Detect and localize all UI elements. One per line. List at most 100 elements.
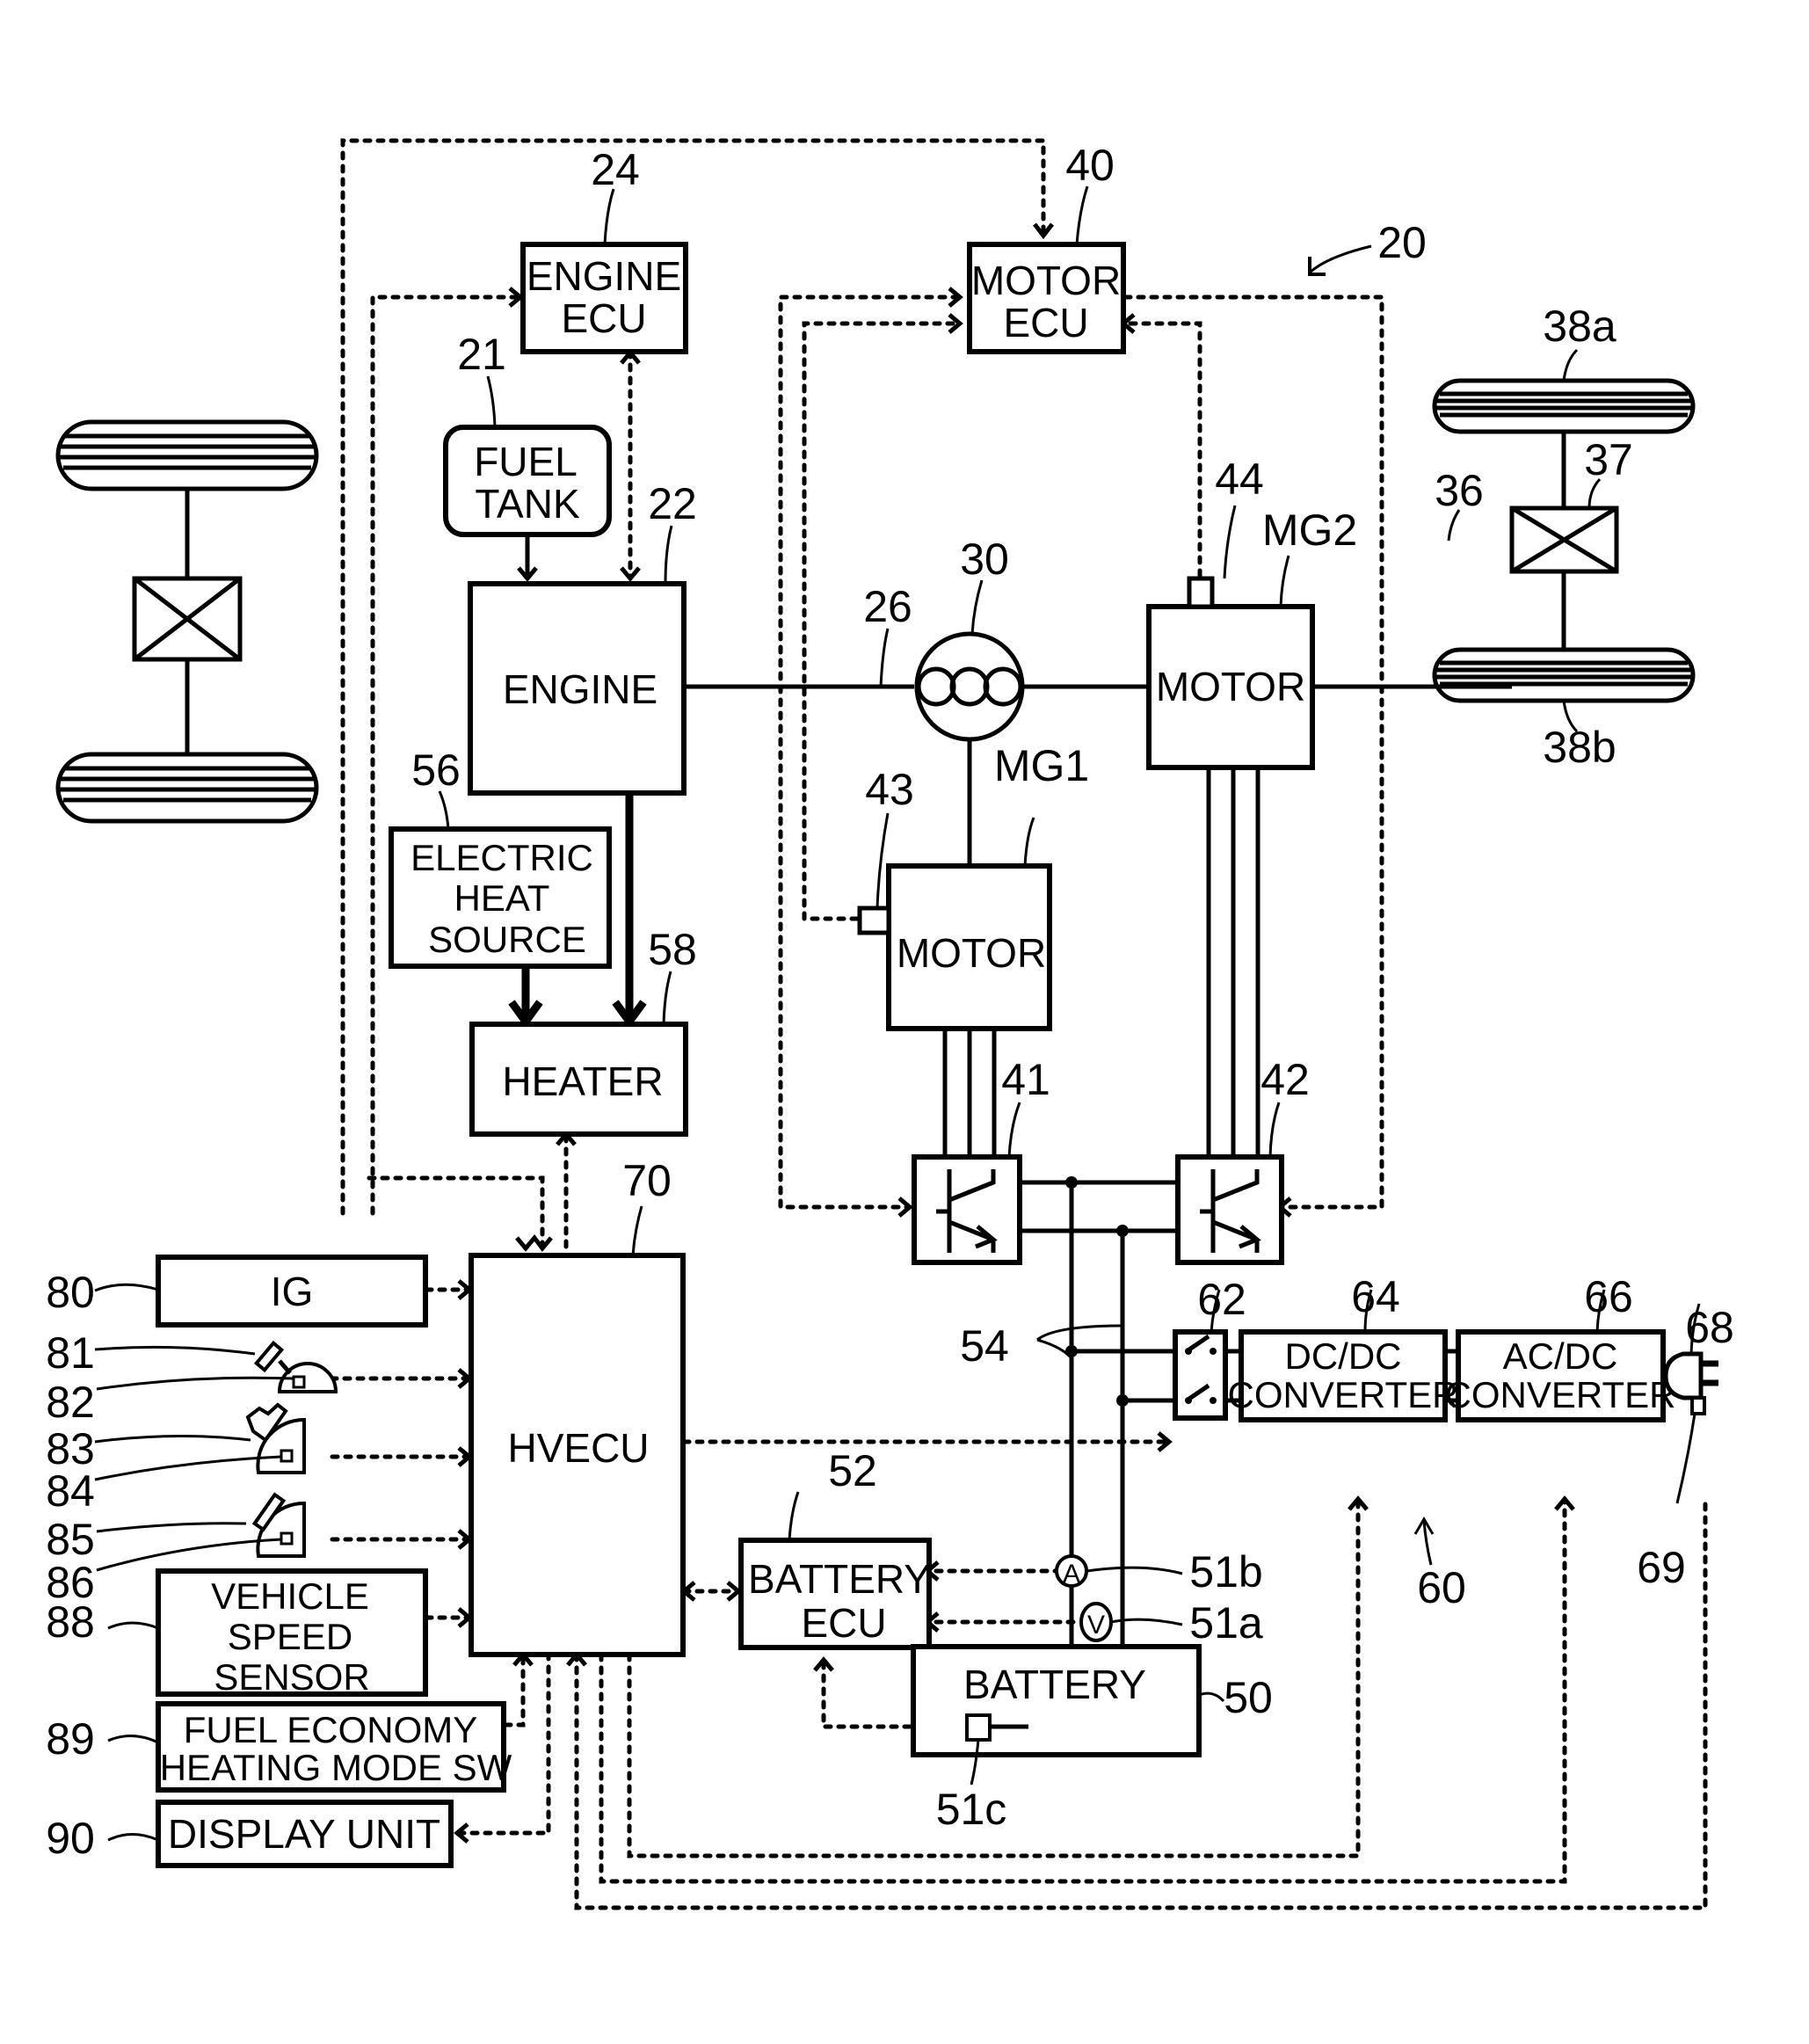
ref-64: 64 (1351, 1272, 1400, 1321)
motor-mg2-block[interactable]: MOTOR MG2 44 (1146, 455, 1357, 770)
ref-69: 69 (1637, 1543, 1686, 1592)
ref-66: 66 (1584, 1272, 1633, 1321)
right-differential-icon (1509, 506, 1619, 574)
motor-ecu-block[interactable]: MOTOR ECU 40 (967, 141, 1126, 354)
ref-37: 37 (1584, 435, 1633, 484)
battery-block[interactable]: BATTERY 50 51c (911, 1644, 1273, 1834)
voltmeter-51a-icon: V 51a (1079, 1598, 1263, 1648)
vss-label-line3: SENSOR (214, 1656, 369, 1698)
shift-lever-icon: 81 82 (46, 1328, 338, 1427)
ref-51c: 51c (936, 1785, 1007, 1834)
hybrid-vehicle-block-diagram: 38a 38b 37 36 ENGINE ECU 24 MOTOR ECU 40… (46, 138, 1734, 1910)
ref-54: 54 (960, 1321, 1009, 1371)
ref-58: 58 (648, 925, 697, 974)
engine-ecu-block[interactable]: ENGINE ECU 24 (520, 145, 688, 354)
battery-ecu-label-line2: ECU (801, 1600, 886, 1646)
rotation-sensor-43-icon (857, 906, 891, 935)
vss-label-line2: SPEED (228, 1616, 352, 1657)
right-wheel-rear-icon (1432, 647, 1696, 703)
ref-mg2: MG2 (1262, 506, 1357, 555)
battery-ecu-label-line1: BATTERY (748, 1556, 931, 1602)
fuel-tank-label-line1: FUEL (474, 439, 578, 484)
left-wheel-rear-icon (55, 752, 319, 824)
ref-44: 44 (1215, 455, 1264, 504)
ig-label: IG (271, 1269, 314, 1314)
motor-mg1-block[interactable]: MOTOR MG1 43 (857, 741, 1089, 1031)
ref-38a: 38a (1543, 302, 1616, 351)
ref-mg1: MG1 (994, 741, 1089, 790)
ref-80: 80 (46, 1268, 95, 1317)
ref-24: 24 (591, 145, 640, 194)
temperature-sensor-51c-icon (965, 1713, 992, 1742)
hvecu-block[interactable]: HVECU 70 (469, 1156, 686, 1657)
ref-81: 81 (46, 1328, 95, 1378)
hvecu-label: HVECU (507, 1425, 649, 1471)
motor-mg2-label: MOTOR (1156, 664, 1305, 709)
acdc-converter-block[interactable]: AC/DC CONVERTER 66 (1445, 1272, 1676, 1422)
ref-60: 60 (1417, 1563, 1466, 1612)
ref-36: 36 (1435, 466, 1484, 515)
acdc-label-line2: CONVERTER (1445, 1374, 1676, 1415)
vss-label-line1: VEHICLE (211, 1575, 369, 1617)
motor-ecu-label-line2: ECU (1003, 300, 1088, 346)
fe-switch-label-line2: HEATING MODE SW (160, 1747, 512, 1788)
ref-43: 43 (865, 765, 914, 814)
engine-ecu-label-line2: ECU (561, 295, 646, 341)
ref-51b: 51b (1189, 1547, 1262, 1597)
ref-30: 30 (960, 535, 1009, 584)
ref-38b: 38b (1543, 723, 1616, 772)
ref-50: 50 (1224, 1673, 1273, 1722)
ref-52: 52 (828, 1446, 877, 1495)
system-ref-20: 20 (1308, 218, 1427, 276)
heat-source-label-line1: ELECTRIC (410, 837, 593, 878)
engine-label: ENGINE (503, 666, 657, 712)
ref-26: 26 (863, 582, 912, 631)
ref-90: 90 (46, 1814, 95, 1863)
fe-switch-label-line1: FUEL ECONOMY (184, 1709, 477, 1750)
ref-89: 89 (46, 1714, 95, 1764)
left-axle-assembly (55, 419, 319, 824)
acdc-label-line1: AC/DC (1503, 1335, 1618, 1377)
ref-88: 88 (46, 1597, 95, 1647)
ref-40: 40 (1065, 141, 1115, 190)
motor-mg1-label: MOTOR (897, 930, 1046, 976)
left-differential-icon (132, 576, 243, 662)
dcdc-converter-block[interactable]: DC/DC CONVERTER 64 (1228, 1272, 1459, 1422)
plug-sensor-69-icon (1690, 1396, 1706, 1415)
right-axle-assembly: 38a 38b 37 36 (1432, 302, 1696, 772)
battery-ecu-block[interactable]: BATTERY ECU 52 (738, 1446, 932, 1650)
ref-21: 21 (457, 330, 506, 379)
left-wheel-front-icon (55, 419, 319, 491)
ref-70: 70 (622, 1156, 672, 1205)
ref-51a: 51a (1189, 1598, 1263, 1648)
right-wheel-front-icon (1432, 378, 1696, 434)
rotation-sensor-44-icon (1187, 576, 1215, 609)
fuel-tank-block[interactable]: FUEL TANK 21 (443, 330, 612, 537)
ref-62: 62 (1197, 1275, 1246, 1324)
ammeter-51b-icon: A 51b (1055, 1547, 1263, 1597)
heat-source-label-line2: HEAT (454, 877, 550, 919)
heat-source-label-line3: SOURCE (428, 919, 586, 960)
engine-ecu-label-line1: ENGINE (527, 253, 681, 299)
ref-20: 20 (1377, 218, 1427, 267)
charger-ref-60: 60 (1413, 1517, 1466, 1612)
ref-42: 42 (1260, 1055, 1310, 1104)
fuel-economy-heating-mode-switch[interactable]: FUEL ECONOMY HEATING MODE SW 89 (46, 1701, 512, 1793)
ref-22: 22 (648, 479, 697, 528)
dcdc-label-line2: CONVERTER (1228, 1374, 1459, 1415)
ref-82: 82 (46, 1378, 95, 1427)
voltmeter-symbol: V (1087, 1611, 1105, 1640)
dcdc-label-line1: DC/DC (1285, 1335, 1402, 1377)
display-unit-label: DISPLAY UNIT (168, 1811, 440, 1857)
ref-41: 41 (1001, 1055, 1050, 1104)
ig-block[interactable]: IG 80 (46, 1255, 428, 1328)
battery-label: BATTERY (963, 1662, 1146, 1707)
ref-84: 84 (46, 1466, 95, 1516)
vehicle-speed-sensor-block[interactable]: VEHICLE SPEED SENSOR 88 (46, 1568, 428, 1698)
planetary-gear-icon: 30 26 (863, 535, 1025, 742)
fuel-tank-label-line2: TANK (475, 481, 580, 527)
inverter-42: 42 (1175, 1055, 1310, 1265)
motor-ecu-label-line1: MOTOR (971, 258, 1121, 303)
ammeter-symbol: A (1063, 1560, 1080, 1589)
display-unit-block[interactable]: DISPLAY UNIT 90 (46, 1800, 454, 1868)
